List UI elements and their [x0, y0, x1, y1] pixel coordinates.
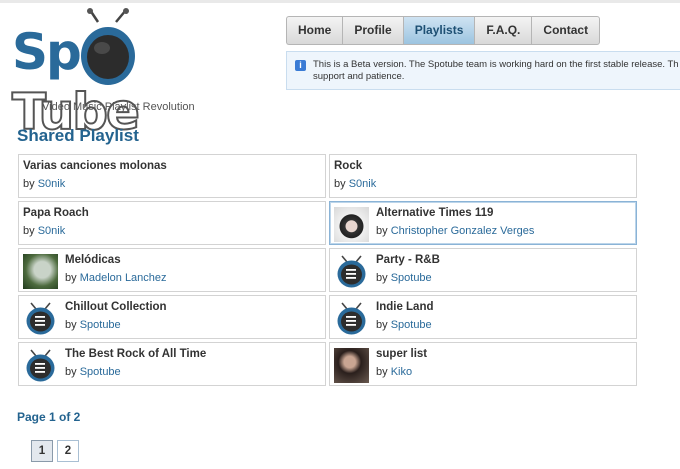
- spotube-tv-icon: [26, 349, 55, 382]
- playlist-title[interactable]: Chillout Collection: [65, 301, 167, 313]
- playlist-card[interactable]: super list by Kiko: [329, 342, 637, 386]
- logo-tagline: Video Music Playlist Revolution: [42, 101, 195, 113]
- by-prefix: by: [376, 319, 388, 331]
- playlist-title[interactable]: Party - R&B: [376, 254, 440, 266]
- top-border: [0, 0, 680, 3]
- playlist-author-link[interactable]: Christopher Gonzalez Verges: [391, 225, 535, 237]
- nav-tab-contact[interactable]: Contact: [531, 16, 601, 45]
- playlist-card[interactable]: Chillout Collection by Spotube: [18, 295, 326, 339]
- playlist-author-line: by Spotube: [376, 319, 432, 331]
- playlist-author-line: by Spotube: [65, 319, 121, 331]
- pagination: 12: [31, 440, 79, 462]
- logo-sp: Sp: [12, 23, 82, 81]
- info-icon: i: [295, 60, 306, 71]
- by-prefix: by: [334, 178, 346, 190]
- playlist-author-link[interactable]: Spotube: [80, 319, 121, 331]
- playlist-author-line: by Christopher Gonzalez Verges: [376, 225, 534, 237]
- playlist-card[interactable]: Party - R&B by Spotube: [329, 248, 637, 292]
- playlist-author-line: by Spotube: [65, 366, 121, 378]
- playlist-row: Varias canciones molonas by S0nik Rock by S…: [18, 154, 678, 198]
- playlist-thumbnail[interactable]: [23, 254, 58, 289]
- notice-line-2: support and patience.: [313, 71, 405, 82]
- playlist-author-link[interactable]: Spotube: [391, 272, 432, 284]
- by-prefix: by: [376, 225, 388, 237]
- spotube-logo[interactable]: SpTube Video Music Playlist Revolution: [11, 8, 217, 142]
- playlist-author-line: by S0nik: [23, 225, 65, 237]
- playlist-thumbnail[interactable]: [334, 207, 369, 242]
- by-prefix: by: [65, 366, 77, 378]
- playlist-author-line: by Kiko: [376, 366, 412, 378]
- playlist-title[interactable]: super list: [376, 348, 427, 360]
- playlist-author-line: by Spotube: [376, 272, 432, 284]
- pagination-label: Page 1 of 2: [17, 410, 81, 424]
- page-title: Shared Playlist: [17, 126, 139, 145]
- spotube-tv-icon: [26, 302, 55, 335]
- playlist-card[interactable]: Rock by S0nik: [329, 154, 637, 198]
- playlist-title[interactable]: Indie Land: [376, 301, 434, 313]
- playlist-title[interactable]: Papa Roach: [23, 207, 89, 219]
- playlist-row: Chillout Collection by Spotube Indie Land b…: [18, 295, 678, 339]
- beta-notice: i This is a Beta version. The Spotube te…: [286, 51, 680, 90]
- playlist-title[interactable]: Varias canciones molonas: [23, 160, 167, 172]
- playlist-row: Melódicas by Madelon Lanchez Party - R&B by…: [18, 248, 678, 292]
- playlist-author-line: by S0nik: [334, 178, 376, 190]
- playlist-title[interactable]: Alternative Times 119: [376, 207, 493, 219]
- nav-tab-faq[interactable]: F.A.Q.: [474, 16, 532, 45]
- playlist-card[interactable]: Papa Roach by S0nik: [18, 201, 326, 245]
- playlist-card[interactable]: The Best Rock of All Time by Spotube: [18, 342, 326, 386]
- playlist-author-link[interactable]: Kiko: [391, 366, 412, 378]
- playlist-author-link[interactable]: Spotube: [391, 319, 432, 331]
- playlist-card[interactable]: Alternative Times 119 by Christopher Gonz…: [329, 201, 637, 245]
- by-prefix: by: [23, 178, 35, 190]
- playlist-author-link[interactable]: Spotube: [80, 366, 121, 378]
- by-prefix: by: [65, 319, 77, 331]
- playlist-author-link[interactable]: S0nik: [38, 225, 66, 237]
- playlist-author-line: by Madelon Lanchez: [65, 272, 167, 284]
- playlist-row: Papa Roach by S0nik Alternative Times 119 b…: [18, 201, 678, 245]
- by-prefix: by: [65, 272, 77, 284]
- playlist-author-link[interactable]: S0nik: [349, 178, 377, 190]
- playlist-author-link[interactable]: S0nik: [38, 178, 66, 190]
- nav-tab-playlists[interactable]: Playlists: [402, 16, 475, 45]
- playlist-title[interactable]: Rock: [334, 160, 362, 172]
- tv-logo-icon: [81, 8, 135, 85]
- by-prefix: by: [23, 225, 35, 237]
- playlist-grid: Varias canciones molonas by S0nik Rock by S…: [18, 154, 678, 389]
- page-button-1[interactable]: 1: [31, 440, 53, 462]
- playlist-author-link[interactable]: Madelon Lanchez: [80, 272, 167, 284]
- playlist-card[interactable]: Indie Land by Spotube: [329, 295, 637, 339]
- nav-tab-profile[interactable]: Profile: [342, 16, 403, 45]
- playlist-row: The Best Rock of All Time by Spotube super…: [18, 342, 678, 386]
- by-prefix: by: [376, 272, 388, 284]
- page-button-2[interactable]: 2: [57, 440, 79, 462]
- spotube-tv-icon: [337, 255, 366, 288]
- by-prefix: by: [376, 366, 388, 378]
- playlist-card[interactable]: Melódicas by Madelon Lanchez: [18, 248, 326, 292]
- main-nav: Home Profile Playlists F.A.Q. Contact: [286, 16, 601, 45]
- playlist-author-line: by S0nik: [23, 178, 65, 190]
- playlist-title[interactable]: The Best Rock of All Time: [65, 348, 206, 360]
- playlist-card[interactable]: Varias canciones molonas by S0nik: [18, 154, 326, 198]
- playlist-title[interactable]: Melódicas: [65, 254, 121, 266]
- spotube-tv-icon: [337, 302, 366, 335]
- notice-line-1: This is a Beta version. The Spotube team…: [313, 59, 679, 70]
- nav-tab-home[interactable]: Home: [286, 16, 343, 45]
- playlist-thumbnail[interactable]: [334, 348, 369, 383]
